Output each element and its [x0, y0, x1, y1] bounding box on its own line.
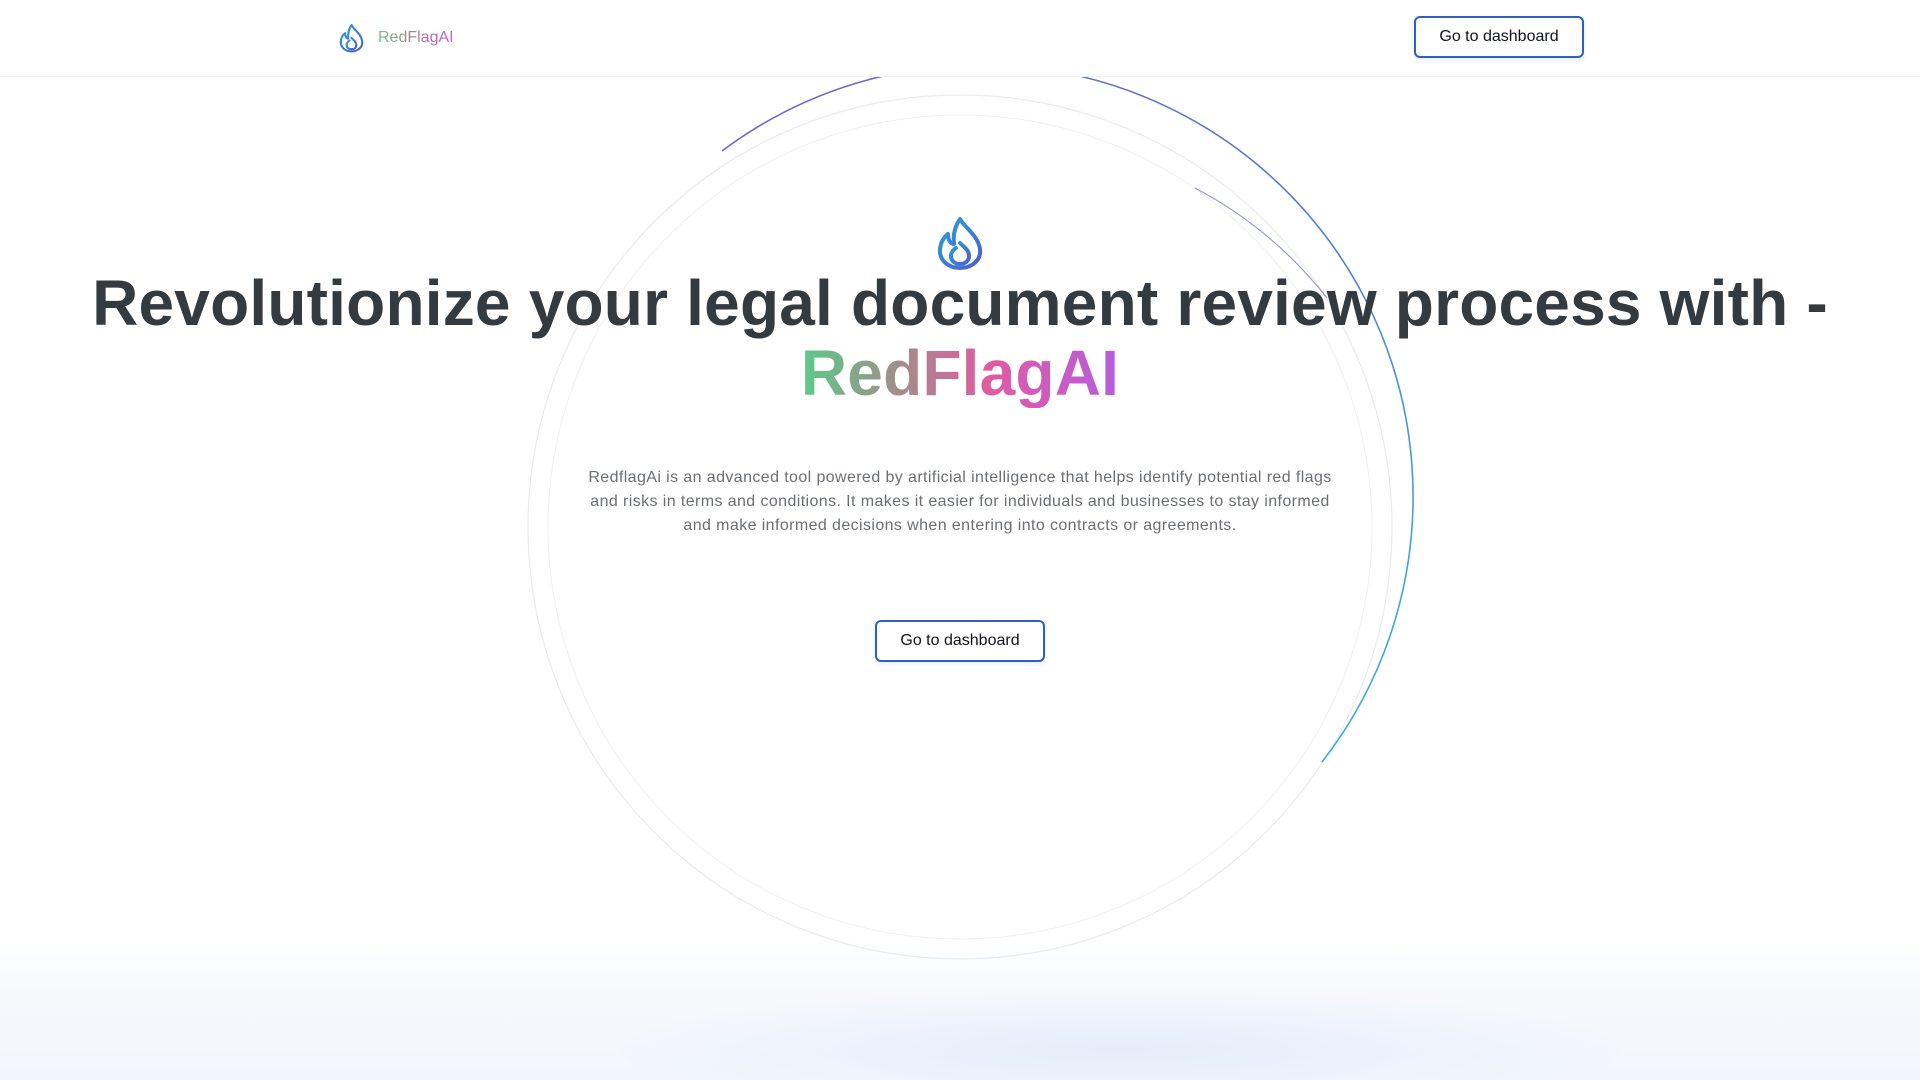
hero-title-brand: RedFlagAI	[800, 337, 1120, 409]
accent-arc	[721, 63, 1414, 763]
hero-description: RedflagAi is an advanced tool powered by…	[588, 469, 1332, 534]
hero-go-to-dashboard-button[interactable]: Go to dashboard	[875, 620, 1045, 662]
landing-page: RedFlagAI Go to dashboard Revolutionize …	[0, 0, 1920, 1080]
decorative-circles	[527, 63, 1414, 960]
brand-name: RedFlagAI	[378, 29, 454, 46]
flame-icon	[937, 217, 983, 270]
go-to-dashboard-button[interactable]: Go to dashboard	[1414, 16, 1584, 58]
navbar: RedFlagAI Go to dashboard	[0, 0, 1920, 77]
brand-logo-link[interactable]: RedFlagAI	[337, 22, 454, 54]
hero-title-text: Revolutionize your legal document review…	[92, 267, 1828, 339]
hero-title: Revolutionize your legal document review…	[0, 268, 1920, 408]
flame-icon	[339, 24, 364, 53]
